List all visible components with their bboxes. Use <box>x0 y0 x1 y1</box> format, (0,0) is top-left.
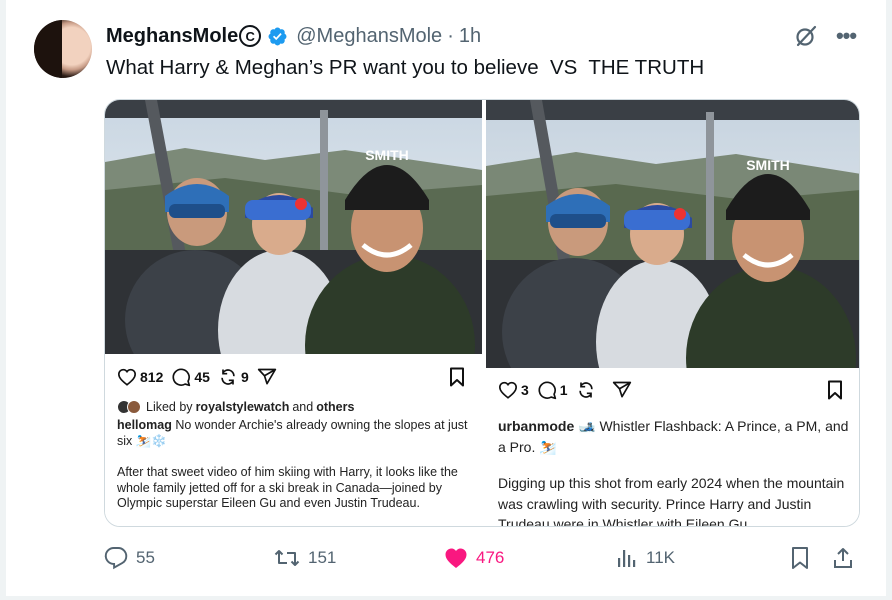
retweet-icon <box>274 550 300 566</box>
media-panel-right[interactable]: SMITH 3 1 urbanmode 🎿 Whistler Flashback… <box>486 100 859 527</box>
instagram-actions-left: 812 45 9 <box>117 367 277 387</box>
display-name[interactable]: MeghansMole <box>106 25 238 48</box>
liked-by-user: royalstylewatch <box>195 400 290 414</box>
copyright-icon: C <box>239 25 262 47</box>
views-icon <box>618 550 636 567</box>
left-border <box>0 0 6 600</box>
timestamp[interactable]: 1h <box>459 25 481 48</box>
caption-user-right: urbanmode <box>498 418 575 434</box>
avatar-hair <box>34 20 62 78</box>
retweet-count: 151 <box>308 548 337 567</box>
photo-ski-lift-left[interactable]: SMITH <box>105 100 482 354</box>
ig-comments-count: 1 <box>559 382 568 398</box>
comment-icon <box>538 381 556 400</box>
views-count: 11K <box>646 548 675 567</box>
helmet-logo-right: SMITH <box>746 157 790 173</box>
avatar[interactable] <box>34 20 92 78</box>
bottom-border <box>0 596 892 600</box>
caption-para2-left: After that sweet video of him skiing wit… <box>117 465 458 510</box>
retweet-button[interactable]: 151 <box>274 538 336 578</box>
separator-dot: · <box>447 24 454 47</box>
repost-icon <box>221 369 235 385</box>
caption-user-left: hellomag <box>117 418 172 432</box>
repost-icon <box>578 382 593 398</box>
liked-by-others: others <box>316 400 355 414</box>
grok-icon[interactable] <box>794 24 818 48</box>
like-count: 476 <box>476 548 505 567</box>
handle[interactable]: @MeghansMole <box>296 25 442 48</box>
ig-comments-count: 45 <box>194 369 210 385</box>
share-button[interactable] <box>832 538 862 578</box>
media-panel-left[interactable]: SMITH 812 45 9 Liked by royalstylewatch … <box>105 100 482 526</box>
liked-by-and: and <box>292 400 314 414</box>
liked-by-prefix: Liked by <box>146 400 193 414</box>
mini-avatar <box>127 400 141 414</box>
liked-by-row: Liked by royalstylewatch and others <box>117 400 357 414</box>
heart-outline-icon <box>498 381 518 399</box>
caption-left: hellomag No wonder Archie's already owni… <box>117 418 469 512</box>
instagram-actions-right: 3 1 <box>498 380 632 400</box>
send-icon <box>612 381 631 398</box>
comment-icon <box>172 368 191 387</box>
caption-para2-right: Digging up this shot from early 2024 whe… <box>498 475 845 527</box>
reply-count: 55 <box>136 548 155 567</box>
ig-likes-count: 812 <box>140 369 164 385</box>
ig-bookmark-icon <box>828 380 842 400</box>
send-icon <box>257 368 276 385</box>
bookmark-button[interactable] <box>790 538 818 578</box>
ig-likes-count: 3 <box>521 382 529 398</box>
heart-outline-icon <box>117 368 137 386</box>
caption-right: urbanmode 🎿 Whistler Flashback: A Prince… <box>498 416 853 527</box>
reply-icon <box>104 547 128 570</box>
ig-reposts-count: 9 <box>240 369 249 385</box>
views-button[interactable]: 11K <box>616 538 675 578</box>
more-icon[interactable]: ••• <box>834 23 858 48</box>
bookmark-icon <box>792 547 808 569</box>
reply-button[interactable]: 55 <box>104 538 155 578</box>
share-icon <box>834 548 852 568</box>
like-button[interactable]: 476 <box>444 538 504 578</box>
heart-icon <box>445 548 467 568</box>
ig-bookmark-icon <box>450 367 464 387</box>
photo-ski-lift-right[interactable]: SMITH <box>486 100 859 368</box>
ski-lift-photo: SMITH <box>105 100 482 354</box>
tweet-text: What Harry & Meghan’s PR want you to bel… <box>106 56 705 79</box>
ski-lift-photo: SMITH <box>486 100 859 368</box>
tweet-action-bar: 55 151 476 11K <box>104 538 860 578</box>
tweet-header: MeghansMole C @MeghansMole · 1h <box>106 23 481 49</box>
right-border <box>886 0 892 600</box>
media-attachment[interactable]: SMITH 812 45 9 Liked by royalstylewatch … <box>104 99 860 527</box>
verified-badge-icon <box>268 27 287 45</box>
helmet-logo-left: SMITH <box>365 147 409 163</box>
